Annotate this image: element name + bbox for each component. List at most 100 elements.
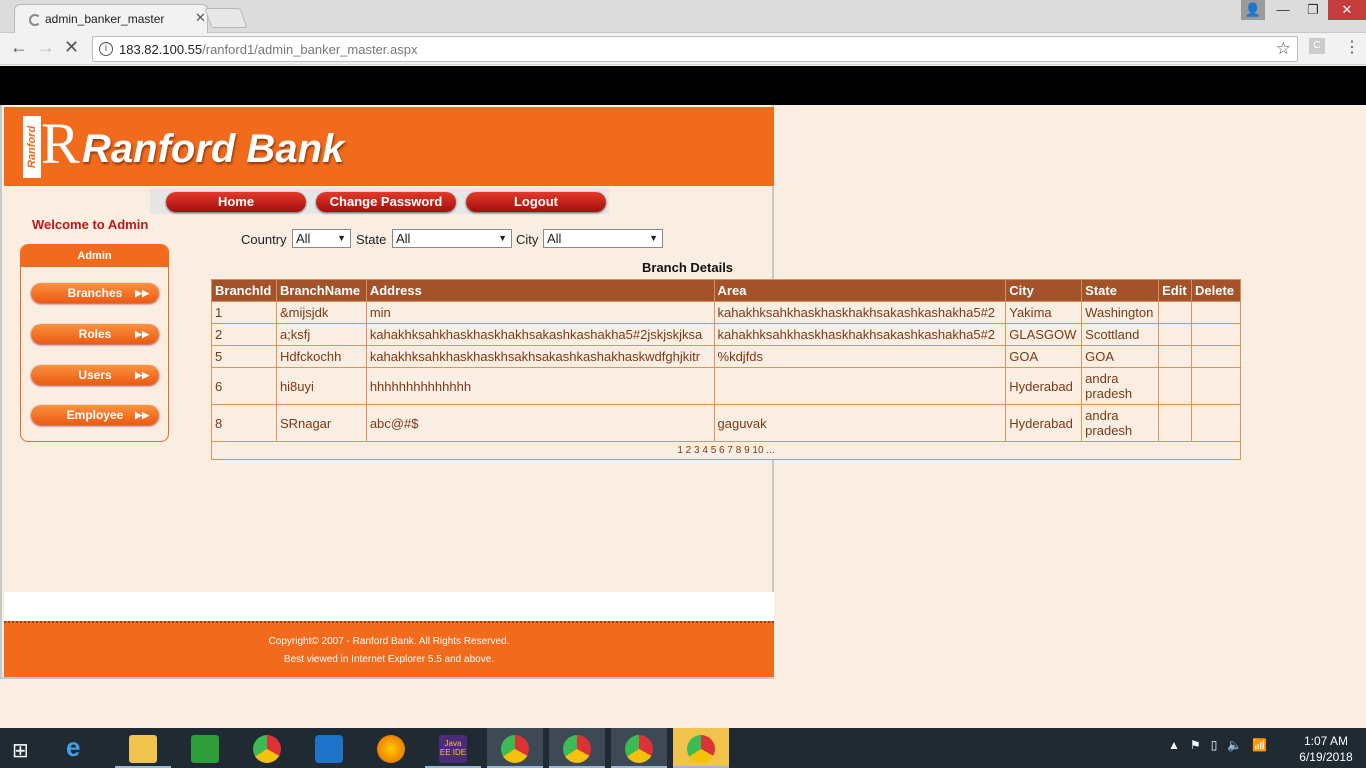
chrome-icon	[501, 735, 529, 763]
address-bar[interactable]: i 183.82.100.55/ranford1/admin_banker_ma…	[92, 36, 1298, 62]
table-cell: hi8uyi	[275, 367, 367, 405]
table-cell: Hdfckochh	[275, 345, 367, 368]
table-row: 6 hi8uyi hhhhhhhhhhhhhh Hyderabad andra …	[211, 367, 1241, 405]
column-header[interactable]: Edit	[1158, 279, 1193, 302]
tab-close-icon[interactable]: ✕	[195, 10, 206, 26]
column-header[interactable]: Delete	[1191, 279, 1241, 302]
taskbar-chrome-window-2[interactable]	[549, 728, 605, 768]
delete-cell[interactable]	[1191, 367, 1241, 405]
taskbar-store[interactable]	[177, 728, 233, 768]
column-header[interactable]: Address	[365, 279, 715, 302]
minimize-button[interactable]: —	[1268, 0, 1298, 20]
table-header-row: BranchId BranchName Address Area City St…	[211, 279, 1241, 302]
edit-cell[interactable]	[1158, 345, 1193, 368]
taskbar-chrome-window-1[interactable]	[487, 728, 543, 768]
taskbar-chrome-window-4[interactable]	[673, 728, 729, 768]
city-select[interactable]: All ▼	[543, 229, 663, 248]
chrome-icon	[687, 735, 715, 763]
taskbar-explorer[interactable]	[115, 728, 171, 768]
branch-table: BranchId BranchName Address Area City St…	[211, 279, 1241, 460]
table-cell: Hyderabad	[1005, 404, 1083, 442]
column-header[interactable]: City	[1005, 279, 1083, 302]
sidebar-item-branches[interactable]: Branches ▶▶	[31, 283, 159, 303]
table-row: 1 &mijsjdk min kahakhksahkhaskhaskhakhsa…	[211, 301, 1241, 324]
edit-cell[interactable]	[1158, 404, 1193, 442]
taskbar-firefox[interactable]	[363, 728, 419, 768]
taskbar-clock[interactable]: 1:07 AM 6/19/2018	[1295, 733, 1357, 765]
column-header[interactable]: Area	[713, 279, 1007, 302]
country-select[interactable]: All ▼	[292, 229, 351, 248]
table-cell: kahakhksahkhaskhaskhakhsakashkashakha5#2…	[365, 323, 715, 346]
stop-loading-icon[interactable]: ✕	[64, 37, 79, 58]
admin-title: Admin	[21, 245, 168, 267]
sidebar-item-roles[interactable]: Roles ▶▶	[31, 324, 159, 344]
table-cell: andra pradesh	[1081, 404, 1160, 442]
footer-spacer	[4, 592, 774, 621]
profile-icon[interactable]: 👤	[1241, 0, 1265, 20]
sidebar-item-employee[interactable]: Employee ▶▶	[31, 405, 159, 425]
taskbar-ie[interactable]: e	[52, 728, 108, 768]
delete-cell[interactable]	[1191, 323, 1241, 346]
volume-icon[interactable]: 🔈	[1227, 738, 1242, 752]
chevron-down-icon: ▼	[649, 233, 658, 243]
table-cell: min	[365, 301, 715, 324]
forward-arrow-icon[interactable]: →	[37, 37, 55, 58]
restore-button[interactable]: ❐	[1298, 0, 1328, 20]
city-value: All	[547, 231, 562, 246]
logout-button[interactable]: Logout	[466, 192, 606, 212]
clock-date: 6/19/2018	[1299, 750, 1353, 764]
taskbar-chrome-window-3[interactable]	[611, 728, 667, 768]
table-cell: Hyderabad	[1005, 367, 1083, 405]
taskbar-defender[interactable]	[301, 728, 357, 768]
taskbar-eclipse[interactable]: Java EE IDE	[425, 728, 481, 768]
delete-cell[interactable]	[1191, 404, 1241, 442]
admin-sidebar: Admin Branches ▶▶ Roles ▶▶ Users ▶▶ Employe…	[20, 244, 169, 442]
table-cell: Scottland	[1081, 323, 1160, 346]
chevron-down-icon: ▼	[498, 233, 507, 243]
flag-icon[interactable]: ⚑	[1190, 738, 1201, 752]
table-cell: 6	[211, 367, 277, 405]
browser-tab[interactable]: admin_banker_master ✕	[14, 4, 208, 34]
close-window-button[interactable]: ✕	[1328, 0, 1366, 20]
table-cell: kahakhksahkhaskhaskhakhsakashkashakha5#2	[713, 301, 1007, 324]
new-tab-button[interactable]	[204, 8, 248, 28]
sidebar-item-users[interactable]: Users ▶▶	[31, 365, 159, 385]
column-header[interactable]: BranchId	[211, 279, 277, 302]
sidebar-label: Branches	[67, 286, 123, 300]
delete-cell[interactable]	[1191, 301, 1241, 324]
extension-icon[interactable]: C	[1309, 38, 1325, 54]
info-icon[interactable]: i	[99, 42, 113, 56]
table-cell: andra pradesh	[1081, 367, 1160, 405]
browser-menu-icon[interactable]: ⋮	[1344, 37, 1360, 57]
device-icon[interactable]: ▯	[1211, 738, 1218, 752]
clock-time: 1:07 AM	[1303, 734, 1349, 748]
system-tray[interactable]: ▲ ⚑ ▯ 🔈 📶	[1168, 738, 1267, 752]
edit-cell[interactable]	[1158, 323, 1193, 346]
logo-letter: R	[41, 111, 80, 176]
pager[interactable]: 1 2 3 4 5 6 7 8 9 10 ...	[211, 441, 1241, 460]
table-row: 8 SRnagar abc@#$ gaguvak Hyderabad andra…	[211, 404, 1241, 442]
state-select[interactable]: All ▼	[392, 229, 512, 248]
home-button[interactable]: Home	[166, 192, 306, 212]
column-header[interactable]: State	[1081, 279, 1160, 302]
state-label: State	[356, 232, 387, 247]
country-label: Country	[241, 232, 287, 247]
double-arrow-icon: ▶▶	[135, 288, 149, 298]
state-value: All	[396, 231, 411, 246]
network-icon[interactable]: 📶	[1252, 738, 1267, 752]
delete-cell[interactable]	[1191, 345, 1241, 368]
change-password-button[interactable]: Change Password	[316, 192, 456, 212]
edit-cell[interactable]	[1158, 301, 1193, 324]
browser-navbar: ← → ✕ i 183.82.100.55/ranford1/admin_ban…	[0, 33, 1366, 65]
table-cell: Yakima	[1005, 301, 1083, 324]
taskbar-chrome[interactable]	[239, 728, 295, 768]
chevron-up-icon[interactable]: ▲	[1168, 738, 1180, 752]
chrome-icon	[625, 735, 653, 763]
back-arrow-icon[interactable]: ←	[10, 37, 28, 58]
bookmark-star-icon[interactable]: ☆	[1276, 39, 1291, 59]
table-cell: 5	[211, 345, 277, 368]
column-header[interactable]: BranchName	[275, 279, 367, 302]
start-button[interactable]: ⊞	[0, 728, 56, 768]
edit-cell[interactable]	[1158, 367, 1193, 405]
table-cell: hhhhhhhhhhhhhh	[365, 367, 715, 405]
